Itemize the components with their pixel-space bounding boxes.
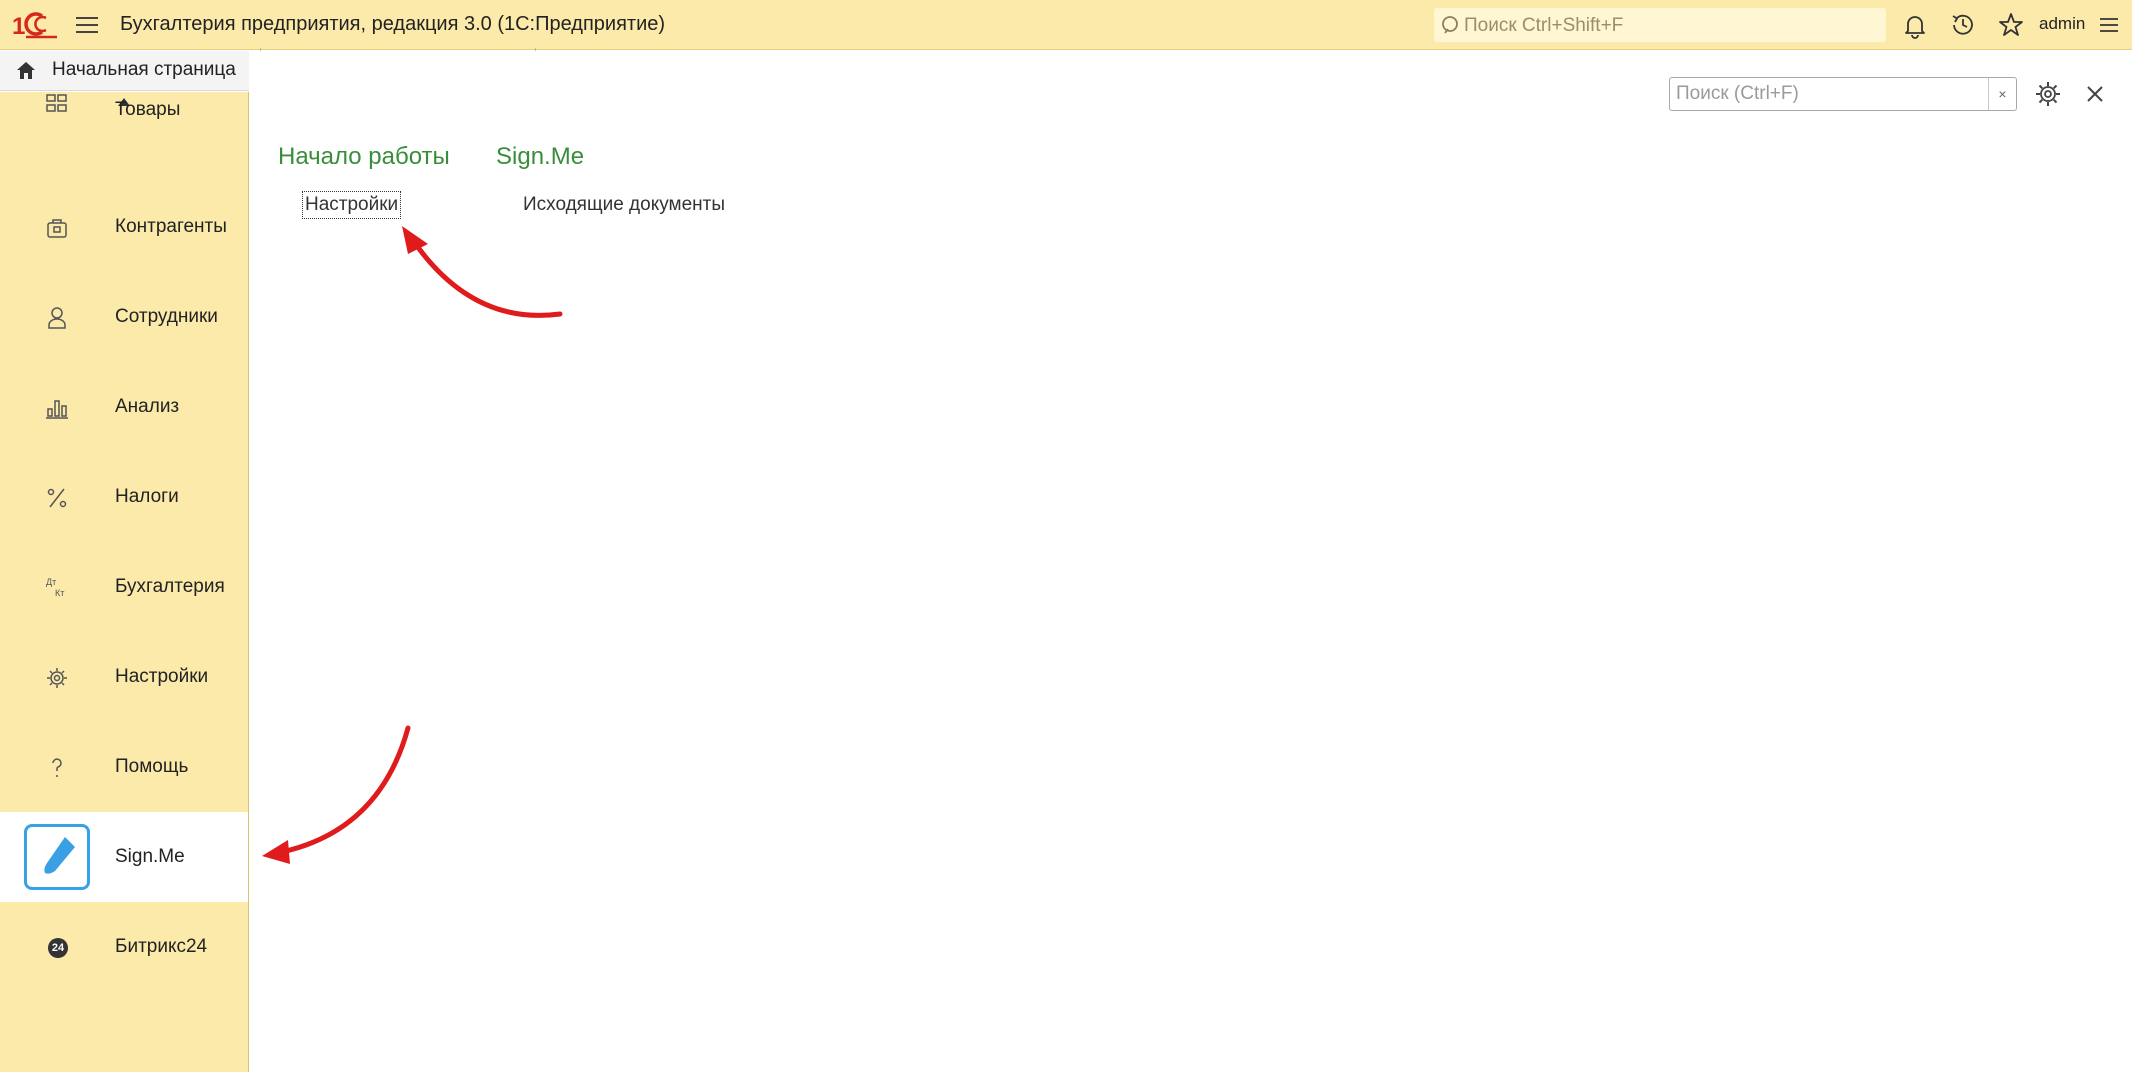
- sidebar-item-label: Настройки: [115, 666, 209, 687]
- goods-icon: [46, 94, 67, 112]
- main-content: Поиск (Ctrl+F) × Начало работы Настройки…: [250, 51, 2132, 1072]
- debit-credit-icon: Дт Кт: [46, 577, 64, 598]
- sidebar-item-help[interactable]: Помощь: [0, 722, 248, 812]
- star-icon[interactable]: [1996, 10, 2026, 40]
- sidebar-item-label: Налоги: [115, 486, 179, 507]
- section-title-getting-started: Начало работы: [278, 143, 450, 170]
- sidebar-item-label: Контрагенты: [115, 216, 227, 237]
- sidebar-item-bitrix24[interactable]: 24 Битрикс24: [0, 902, 248, 992]
- svg-text:1: 1: [12, 13, 25, 40]
- person-icon: [48, 307, 66, 329]
- global-search-input[interactable]: Поиск Ctrl+Shift+F: [1434, 8, 1886, 42]
- sidebar-item-label: Битрикс24: [115, 936, 208, 957]
- svg-text:Кт: Кт: [55, 588, 64, 598]
- sidebar-item-label: Сотрудники: [115, 306, 218, 327]
- sections-sidebar: Товары Контрагенты Сотрудники Анализ Нал…: [0, 92, 249, 1072]
- settings-menu-icon[interactable]: [2094, 10, 2124, 40]
- search-icon: [1442, 16, 1458, 34]
- gear-icon[interactable]: [2033, 79, 2063, 109]
- sidebar-item-goods[interactable]: Товары: [0, 92, 248, 182]
- briefcase-icon: [47, 219, 67, 238]
- sidebar-item-label: Sign.Me: [115, 846, 185, 867]
- percent-icon: [47, 488, 67, 508]
- top-bar: 1 Бухгалтерия предприятия, редакция 3.0 …: [0, 0, 2132, 50]
- app-title: Бухгалтерия предприятия, редакция 3.0 (1…: [120, 13, 666, 35]
- sidebar-item-label: Анализ: [115, 396, 180, 417]
- bar-chart-icon: [46, 400, 68, 419]
- search-clear-button[interactable]: ×: [1988, 78, 2016, 110]
- sidebar-item-label: Товары: [115, 99, 181, 120]
- sidebar-item-label: Помощь: [115, 756, 189, 777]
- close-icon[interactable]: [2080, 79, 2110, 109]
- home-icon: [17, 62, 35, 79]
- user-name[interactable]: admin: [2039, 14, 2085, 34]
- logo-1c-icon[interactable]: 1: [12, 10, 58, 40]
- form-search-placeholder: Поиск (Ctrl+F): [1676, 83, 1799, 104]
- bell-icon[interactable]: [1900, 10, 1930, 40]
- sidebar-item-label: Бухгалтерия: [115, 576, 225, 597]
- gear-icon: [47, 668, 67, 688]
- sidebar-item-taxes[interactable]: Налоги: [0, 452, 248, 542]
- global-search-placeholder: Поиск Ctrl+Shift+F: [1464, 15, 1624, 36]
- pen-icon: [24, 824, 90, 890]
- form-search-input[interactable]: Поиск (Ctrl+F) ×: [1669, 77, 2017, 111]
- link-settings[interactable]: Настройки: [301, 191, 402, 219]
- menu-icon[interactable]: [72, 13, 102, 37]
- sidebar-item-settings[interactable]: Настройки: [0, 632, 248, 722]
- sidebar-item-accounting[interactable]: Дт Кт Бухгалтерия: [0, 542, 248, 632]
- sidebar-item-employees[interactable]: Сотрудники: [0, 272, 248, 362]
- sidebar-item-signme[interactable]: Sign.Me: [0, 812, 248, 902]
- question-icon: [52, 758, 62, 777]
- svg-text:Дт: Дт: [46, 577, 56, 587]
- section-title-signme: Sign.Me: [496, 143, 585, 170]
- bitrix24-icon: 24: [48, 938, 68, 958]
- sidebar-item-analysis[interactable]: Анализ: [0, 362, 248, 452]
- link-outgoing-documents[interactable]: Исходящие документы: [523, 194, 725, 216]
- history-icon[interactable]: [1948, 10, 1978, 40]
- sidebar-item-counterparties[interactable]: Контрагенты: [0, 182, 248, 272]
